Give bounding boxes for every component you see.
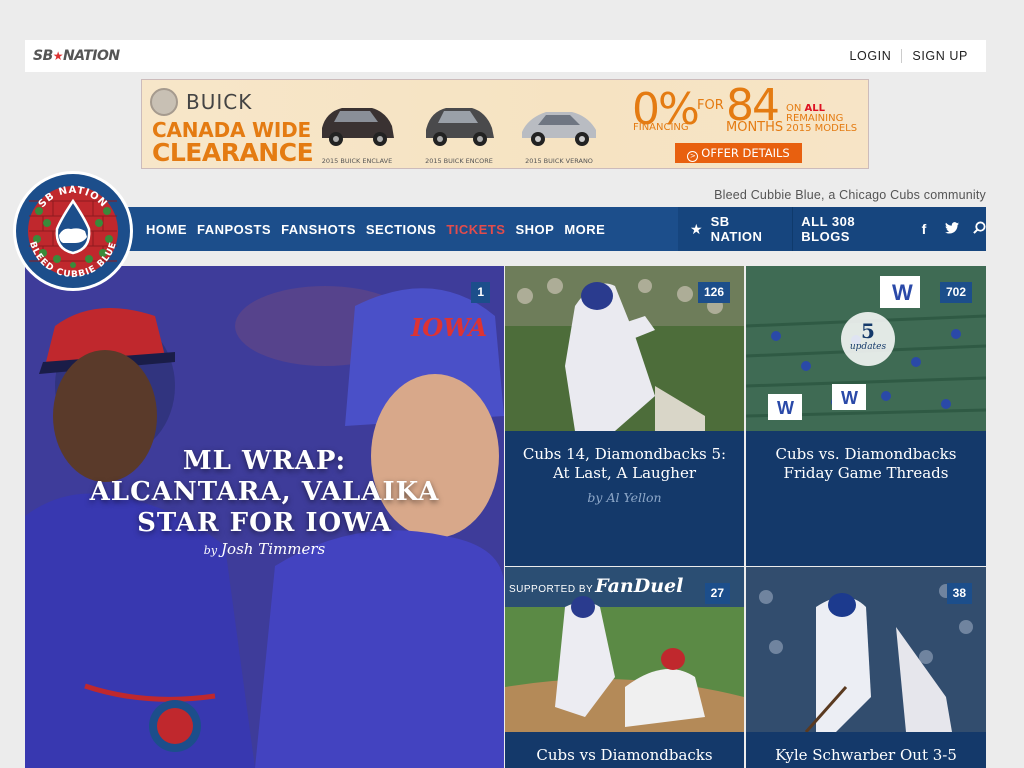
- top-bar: SB★NATION LOGIN SIGN UP: [25, 40, 986, 72]
- title-line: Cubs 14, Diamondbacks 5:: [522, 445, 727, 463]
- title-line: At Last, A Laugher: [552, 464, 696, 482]
- main-nav: HOME FANPOSTS FANSHOTS SECTIONS TICKETS …: [25, 207, 986, 251]
- supported-by-text: SUPPORTED BY: [509, 584, 594, 595]
- sponsor-label: SUPPORTED BY FanDuel: [509, 575, 683, 597]
- nav-items: HOME FANPOSTS FANSHOTS SECTIONS TICKETS …: [146, 207, 615, 251]
- account-links: LOGIN SIGN UP: [849, 49, 968, 63]
- hero-story[interactable]: IOWA 1 ML WRAP: ALCANTARA, VALAIKA STAR …: [25, 266, 504, 768]
- nav-network: ★ SB NATION ALL 308 BLOGS f: [678, 207, 986, 251]
- comment-count[interactable]: 126: [697, 282, 730, 303]
- author-link[interactable]: Al Yellon: [606, 490, 661, 505]
- by-label: by: [587, 490, 603, 505]
- community-tagline: Bleed Cubbie Blue, a Chicago Cubs commun…: [714, 188, 986, 202]
- bleed-cubbie-blue-logo[interactable]: SB NATION BLEED CUBBIE BLUE: [13, 171, 133, 291]
- star-icon: ★: [52, 49, 64, 63]
- story-byline: by Al Yellon: [505, 490, 744, 505]
- updates-badge[interactable]: 5 updates: [841, 312, 895, 366]
- nav-fanshots[interactable]: FANSHOTS: [281, 222, 356, 237]
- ad-remaining: ON ALL REMAINING 2015 MODELS: [786, 104, 857, 134]
- buick-logo-icon: [150, 88, 178, 116]
- comment-count[interactable]: 27: [704, 583, 730, 604]
- car-image: [322, 108, 394, 146]
- headline-line: ALCANTARA, VALAIKA: [89, 477, 440, 507]
- story-title[interactable]: Kyle Schwarber Out 3-5: [746, 732, 986, 768]
- offer-label: OFFER DETAILS: [701, 146, 790, 160]
- svg-text:W: W: [841, 388, 858, 408]
- nav-more[interactable]: MORE: [564, 222, 605, 237]
- car-label: 2015 BUICK ENCORE: [425, 157, 493, 165]
- ad-brand: BUICK: [186, 90, 253, 114]
- search-icon[interactable]: [973, 221, 986, 237]
- buick-ad-banner[interactable]: BUICK CANADA WIDE CLEARANCE 2015 BUICK E…: [141, 79, 869, 169]
- title-line: Friday Game Threads: [783, 464, 949, 482]
- ad-headline-2: CLEARANCE: [152, 138, 314, 167]
- svg-text:IOWA: IOWA: [410, 313, 487, 342]
- ad-financing: FINANCING: [633, 122, 689, 133]
- car-label: 2015 BUICK VERANO: [525, 157, 593, 165]
- sbnation-link[interactable]: SB NATION: [711, 214, 783, 244]
- comment-count[interactable]: 38: [946, 583, 972, 604]
- headline-line: STAR FOR IOWA: [137, 508, 392, 538]
- story-tile[interactable]: SUPPORTED BY FanDuel 27 Cubs vs Diamondba…: [505, 567, 744, 768]
- nav-tickets[interactable]: TICKETS: [446, 222, 505, 237]
- twitter-icon[interactable]: [944, 221, 959, 237]
- login-link[interactable]: LOGIN: [849, 49, 891, 63]
- nav-shop[interactable]: SHOP: [515, 222, 554, 237]
- divider: [901, 49, 903, 63]
- signup-link[interactable]: SIGN UP: [912, 49, 968, 63]
- hero-headline[interactable]: ML WRAP: ALCANTARA, VALAIKA STAR FOR IOW…: [25, 446, 504, 539]
- title-line: Kyle Schwarber Out 3-5: [775, 746, 957, 764]
- all-blogs-link[interactable]: ALL 308 BLOGS: [801, 214, 903, 244]
- site-badge-icon: SB NATION BLEED CUBBIE BLUE: [16, 174, 130, 288]
- arrow-circle-icon: >: [687, 151, 699, 162]
- car-image: [522, 112, 596, 146]
- by-label: by: [203, 544, 218, 557]
- svg-text:W: W: [892, 280, 913, 305]
- updates-count: 5: [861, 319, 875, 343]
- story-tile[interactable]: 126 Cubs 14, Diamondbacks 5: At Last, A …: [505, 266, 744, 566]
- car-label: 2015 BUICK ENCLAVE: [321, 157, 393, 165]
- author-link[interactable]: Josh Timmers: [221, 540, 325, 558]
- story-title[interactable]: Cubs vs Diamondbacks: [505, 732, 744, 768]
- ad-models: 2015 MODELS: [786, 123, 858, 134]
- star-icon: ★: [690, 220, 703, 237]
- hero-byline: by Josh Timmers: [25, 540, 504, 558]
- divider: [792, 207, 794, 251]
- title-line: Cubs vs. Diamondbacks: [775, 445, 957, 463]
- ad-for: FOR: [697, 98, 724, 113]
- fanduel-logo[interactable]: FanDuel: [595, 575, 683, 597]
- comment-count[interactable]: 702: [939, 282, 972, 303]
- story-tile[interactable]: W W W 702 5 updates Cubs vs. Diamondback…: [746, 266, 986, 566]
- title-line: Cubs vs Diamondbacks: [536, 746, 713, 764]
- nav-sections[interactable]: SECTIONS: [366, 222, 436, 237]
- story-title[interactable]: Cubs vs. Diamondbacks Friday Game Thread…: [746, 431, 986, 566]
- nav-fanposts[interactable]: FANPOSTS: [197, 222, 271, 237]
- facebook-icon[interactable]: f: [917, 221, 930, 237]
- comment-count[interactable]: 1: [471, 282, 490, 303]
- svg-text:W: W: [777, 398, 794, 418]
- sbnation-logo[interactable]: SB★NATION: [33, 48, 120, 64]
- story-tile[interactable]: 38 Kyle Schwarber Out 3-5: [746, 567, 986, 768]
- updates-label: updates: [849, 342, 887, 352]
- car-image: [426, 108, 494, 146]
- headline-line: ML WRAP:: [182, 446, 347, 476]
- offer-details-button[interactable]: > OFFER DETAILS: [675, 143, 802, 163]
- ad-months: MONTHS: [726, 120, 784, 135]
- nav-home[interactable]: HOME: [146, 222, 187, 237]
